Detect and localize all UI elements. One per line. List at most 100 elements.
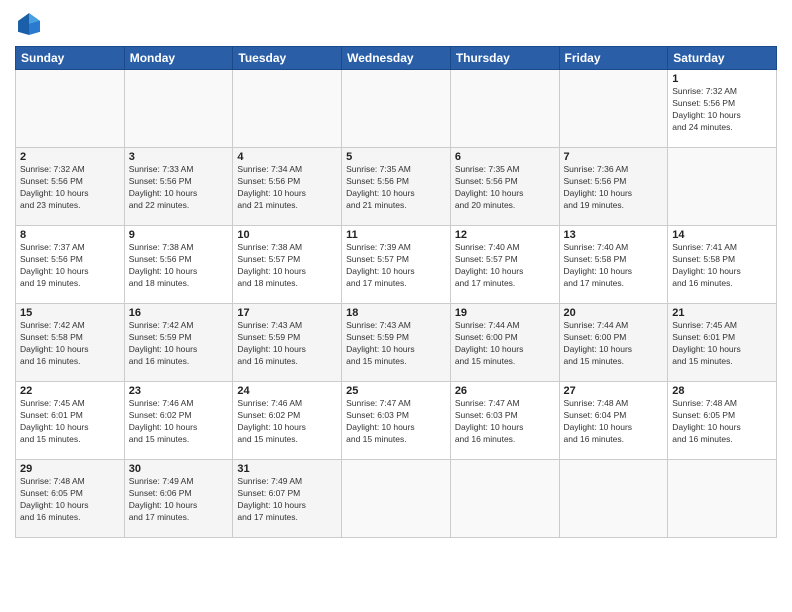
day-info: Sunrise: 7:37 AM Sunset: 5:56 PM Dayligh… bbox=[20, 242, 120, 290]
calendar-cell: 8Sunrise: 7:37 AM Sunset: 5:56 PM Daylig… bbox=[16, 226, 125, 304]
calendar-week-3: 8Sunrise: 7:37 AM Sunset: 5:56 PM Daylig… bbox=[16, 226, 777, 304]
day-number: 10 bbox=[237, 229, 337, 241]
day-info: Sunrise: 7:43 AM Sunset: 5:59 PM Dayligh… bbox=[237, 320, 337, 368]
calendar-cell: 21Sunrise: 7:45 AM Sunset: 6:01 PM Dayli… bbox=[668, 304, 777, 382]
calendar-header-friday: Friday bbox=[559, 47, 668, 70]
calendar-table: SundayMondayTuesdayWednesdayThursdayFrid… bbox=[15, 46, 777, 538]
day-number: 26 bbox=[455, 385, 555, 397]
day-number: 31 bbox=[237, 463, 337, 475]
day-number: 13 bbox=[564, 229, 664, 241]
day-info: Sunrise: 7:38 AM Sunset: 5:56 PM Dayligh… bbox=[129, 242, 229, 290]
calendar-cell: 4Sunrise: 7:34 AM Sunset: 5:56 PM Daylig… bbox=[233, 148, 342, 226]
day-info: Sunrise: 7:43 AM Sunset: 5:59 PM Dayligh… bbox=[346, 320, 446, 368]
calendar-cell bbox=[342, 460, 451, 538]
calendar-cell: 3Sunrise: 7:33 AM Sunset: 5:56 PM Daylig… bbox=[124, 148, 233, 226]
day-info: Sunrise: 7:48 AM Sunset: 6:05 PM Dayligh… bbox=[20, 476, 120, 524]
calendar-cell: 11Sunrise: 7:39 AM Sunset: 5:57 PM Dayli… bbox=[342, 226, 451, 304]
page-header bbox=[15, 10, 777, 38]
day-info: Sunrise: 7:47 AM Sunset: 6:03 PM Dayligh… bbox=[346, 398, 446, 446]
day-info: Sunrise: 7:45 AM Sunset: 6:01 PM Dayligh… bbox=[20, 398, 120, 446]
calendar-cell: 15Sunrise: 7:42 AM Sunset: 5:58 PM Dayli… bbox=[16, 304, 125, 382]
day-info: Sunrise: 7:36 AM Sunset: 5:56 PM Dayligh… bbox=[564, 164, 664, 212]
day-number: 12 bbox=[455, 229, 555, 241]
day-number: 14 bbox=[672, 229, 772, 241]
day-number: 21 bbox=[672, 307, 772, 319]
calendar-cell bbox=[559, 460, 668, 538]
calendar-header-row: SundayMondayTuesdayWednesdayThursdayFrid… bbox=[16, 47, 777, 70]
calendar-cell: 23Sunrise: 7:46 AM Sunset: 6:02 PM Dayli… bbox=[124, 382, 233, 460]
day-number: 19 bbox=[455, 307, 555, 319]
day-number: 1 bbox=[672, 73, 772, 85]
day-number: 22 bbox=[20, 385, 120, 397]
day-number: 3 bbox=[129, 151, 229, 163]
calendar-cell: 14Sunrise: 7:41 AM Sunset: 5:58 PM Dayli… bbox=[668, 226, 777, 304]
day-info: Sunrise: 7:49 AM Sunset: 6:06 PM Dayligh… bbox=[129, 476, 229, 524]
calendar-cell: 17Sunrise: 7:43 AM Sunset: 5:59 PM Dayli… bbox=[233, 304, 342, 382]
day-info: Sunrise: 7:40 AM Sunset: 5:57 PM Dayligh… bbox=[455, 242, 555, 290]
day-number: 27 bbox=[564, 385, 664, 397]
calendar-week-1: 1Sunrise: 7:32 AM Sunset: 5:56 PM Daylig… bbox=[16, 70, 777, 148]
day-info: Sunrise: 7:33 AM Sunset: 5:56 PM Dayligh… bbox=[129, 164, 229, 212]
calendar-cell: 1Sunrise: 7:32 AM Sunset: 5:56 PM Daylig… bbox=[668, 70, 777, 148]
calendar-cell: 25Sunrise: 7:47 AM Sunset: 6:03 PM Dayli… bbox=[342, 382, 451, 460]
day-number: 29 bbox=[20, 463, 120, 475]
calendar-cell: 27Sunrise: 7:48 AM Sunset: 6:04 PM Dayli… bbox=[559, 382, 668, 460]
day-info: Sunrise: 7:32 AM Sunset: 5:56 PM Dayligh… bbox=[672, 86, 772, 134]
calendar-cell: 2Sunrise: 7:32 AM Sunset: 5:56 PM Daylig… bbox=[16, 148, 125, 226]
calendar-header-tuesday: Tuesday bbox=[233, 47, 342, 70]
calendar-header-wednesday: Wednesday bbox=[342, 47, 451, 70]
day-number: 24 bbox=[237, 385, 337, 397]
calendar-cell: 18Sunrise: 7:43 AM Sunset: 5:59 PM Dayli… bbox=[342, 304, 451, 382]
calendar-cell: 24Sunrise: 7:46 AM Sunset: 6:02 PM Dayli… bbox=[233, 382, 342, 460]
day-info: Sunrise: 7:35 AM Sunset: 5:56 PM Dayligh… bbox=[346, 164, 446, 212]
calendar-cell bbox=[668, 148, 777, 226]
day-info: Sunrise: 7:42 AM Sunset: 5:58 PM Dayligh… bbox=[20, 320, 120, 368]
calendar-cell: 6Sunrise: 7:35 AM Sunset: 5:56 PM Daylig… bbox=[450, 148, 559, 226]
calendar-cell: 5Sunrise: 7:35 AM Sunset: 5:56 PM Daylig… bbox=[342, 148, 451, 226]
calendar-cell: 26Sunrise: 7:47 AM Sunset: 6:03 PM Dayli… bbox=[450, 382, 559, 460]
day-info: Sunrise: 7:41 AM Sunset: 5:58 PM Dayligh… bbox=[672, 242, 772, 290]
day-number: 9 bbox=[129, 229, 229, 241]
day-info: Sunrise: 7:48 AM Sunset: 6:04 PM Dayligh… bbox=[564, 398, 664, 446]
calendar-cell: 22Sunrise: 7:45 AM Sunset: 6:01 PM Dayli… bbox=[16, 382, 125, 460]
day-number: 15 bbox=[20, 307, 120, 319]
day-info: Sunrise: 7:47 AM Sunset: 6:03 PM Dayligh… bbox=[455, 398, 555, 446]
day-info: Sunrise: 7:45 AM Sunset: 6:01 PM Dayligh… bbox=[672, 320, 772, 368]
calendar-cell bbox=[668, 460, 777, 538]
day-number: 6 bbox=[455, 151, 555, 163]
day-info: Sunrise: 7:44 AM Sunset: 6:00 PM Dayligh… bbox=[455, 320, 555, 368]
calendar-cell bbox=[124, 70, 233, 148]
day-info: Sunrise: 7:38 AM Sunset: 5:57 PM Dayligh… bbox=[237, 242, 337, 290]
calendar-cell: 10Sunrise: 7:38 AM Sunset: 5:57 PM Dayli… bbox=[233, 226, 342, 304]
calendar-cell: 7Sunrise: 7:36 AM Sunset: 5:56 PM Daylig… bbox=[559, 148, 668, 226]
day-info: Sunrise: 7:46 AM Sunset: 6:02 PM Dayligh… bbox=[129, 398, 229, 446]
day-number: 25 bbox=[346, 385, 446, 397]
calendar-cell bbox=[450, 70, 559, 148]
calendar-cell bbox=[233, 70, 342, 148]
day-number: 16 bbox=[129, 307, 229, 319]
calendar-cell bbox=[559, 70, 668, 148]
calendar-cell: 28Sunrise: 7:48 AM Sunset: 6:05 PM Dayli… bbox=[668, 382, 777, 460]
day-info: Sunrise: 7:34 AM Sunset: 5:56 PM Dayligh… bbox=[237, 164, 337, 212]
calendar-cell: 29Sunrise: 7:48 AM Sunset: 6:05 PM Dayli… bbox=[16, 460, 125, 538]
day-number: 2 bbox=[20, 151, 120, 163]
day-number: 11 bbox=[346, 229, 446, 241]
day-number: 20 bbox=[564, 307, 664, 319]
day-number: 7 bbox=[564, 151, 664, 163]
day-info: Sunrise: 7:46 AM Sunset: 6:02 PM Dayligh… bbox=[237, 398, 337, 446]
calendar-week-6: 29Sunrise: 7:48 AM Sunset: 6:05 PM Dayli… bbox=[16, 460, 777, 538]
calendar-header-thursday: Thursday bbox=[450, 47, 559, 70]
calendar-cell: 19Sunrise: 7:44 AM Sunset: 6:00 PM Dayli… bbox=[450, 304, 559, 382]
calendar-cell bbox=[450, 460, 559, 538]
calendar-cell: 13Sunrise: 7:40 AM Sunset: 5:58 PM Dayli… bbox=[559, 226, 668, 304]
calendar-header-saturday: Saturday bbox=[668, 47, 777, 70]
day-info: Sunrise: 7:35 AM Sunset: 5:56 PM Dayligh… bbox=[455, 164, 555, 212]
day-info: Sunrise: 7:48 AM Sunset: 6:05 PM Dayligh… bbox=[672, 398, 772, 446]
day-number: 8 bbox=[20, 229, 120, 241]
calendar-cell bbox=[342, 70, 451, 148]
day-info: Sunrise: 7:39 AM Sunset: 5:57 PM Dayligh… bbox=[346, 242, 446, 290]
day-number: 23 bbox=[129, 385, 229, 397]
logo-icon bbox=[15, 10, 43, 38]
day-number: 4 bbox=[237, 151, 337, 163]
calendar-cell: 16Sunrise: 7:42 AM Sunset: 5:59 PM Dayli… bbox=[124, 304, 233, 382]
